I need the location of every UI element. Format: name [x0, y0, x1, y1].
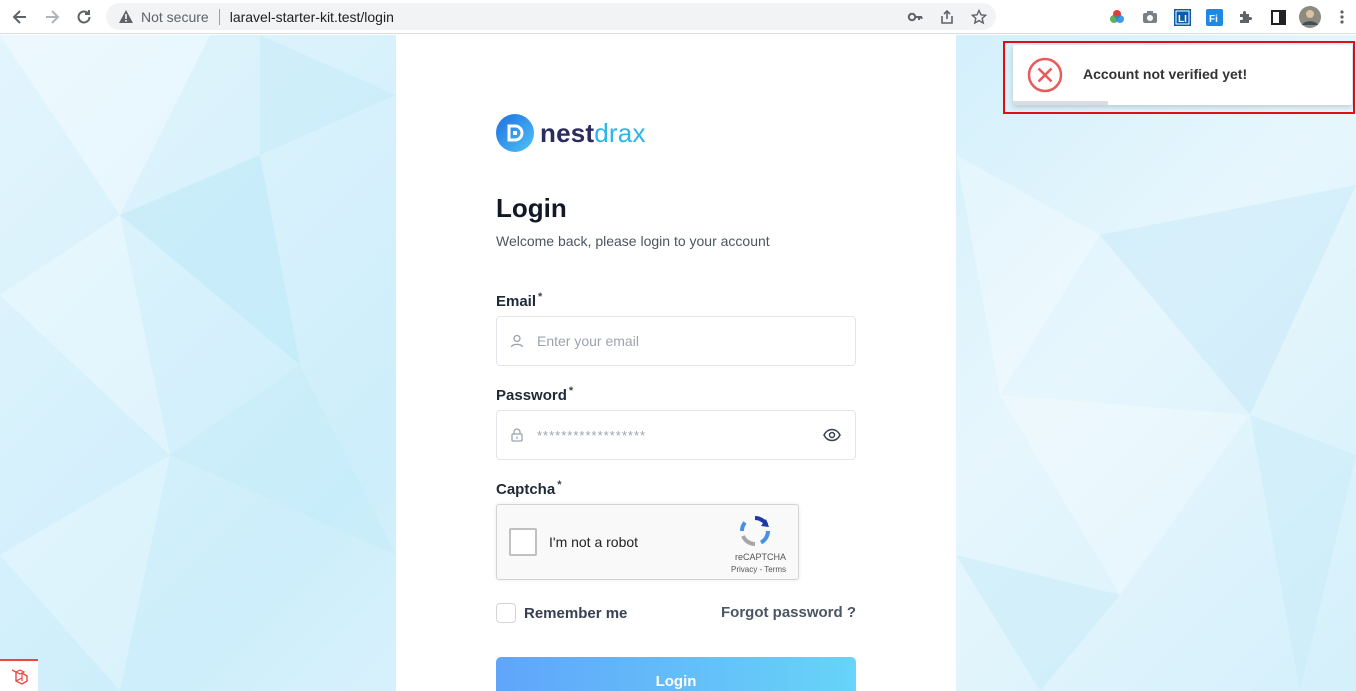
key-icon[interactable] [904, 6, 926, 28]
remember-me[interactable]: Remember me [496, 603, 627, 623]
svg-text:LI: LI [1178, 14, 1187, 25]
user-icon [497, 334, 537, 348]
page-subtitle: Welcome back, please login to your accou… [496, 233, 770, 249]
recaptcha-text: I'm not a robot [549, 534, 639, 550]
logo-icon [496, 114, 534, 152]
omnibox-divider [218, 8, 220, 25]
recaptcha-logo-icon [739, 515, 771, 552]
required-mark: * [538, 291, 543, 303]
fi-icon[interactable]: Fi [1203, 4, 1225, 30]
required-mark: * [557, 479, 562, 491]
captcha-label: Captcha * [496, 479, 561, 498]
recaptcha-checkbox[interactable] [509, 528, 537, 556]
avatar[interactable] [1298, 4, 1322, 30]
brand-name: nestdrax [540, 118, 646, 149]
remember-label[interactable]: Remember me [524, 605, 627, 622]
recaptcha-widget: I'm not a robot reCAPTCHA Privacy - Term… [496, 504, 799, 580]
svg-text:Fi: Fi [1209, 14, 1218, 25]
page-title: Login [496, 193, 567, 223]
security-label: Not secure [141, 8, 209, 25]
captcha-label-text: Captcha [496, 481, 556, 498]
required-mark: * [568, 385, 574, 397]
password-label-text: Password [496, 387, 567, 404]
recaptcha-brand: reCAPTCHA [734, 552, 786, 562]
li-icon[interactable]: LI [1171, 4, 1193, 30]
password-label: Password * [496, 385, 573, 404]
color-picker-icon[interactable] [1106, 4, 1128, 30]
address-bar[interactable]: Not secure laravel-starter-kit.test/logi… [106, 3, 996, 30]
menu-icon[interactable] [1332, 4, 1352, 30]
login-button[interactable]: Login [496, 657, 856, 691]
sidepanel-icon[interactable] [1267, 4, 1289, 30]
email-placeholder: Enter your email [537, 333, 639, 349]
toast-progress-bar [1013, 101, 1108, 105]
brand-logo: nestdrax [496, 114, 646, 152]
eye-icon[interactable] [823, 426, 841, 449]
forgot-password-link[interactable]: Forgot password ? [721, 604, 856, 621]
reload-icon[interactable] [68, 1, 100, 33]
brand-name-part2: drax [594, 117, 646, 148]
camera-icon[interactable] [1139, 4, 1161, 30]
laravel-icon[interactable] [0, 659, 38, 691]
lock-icon [497, 428, 537, 442]
error-toast[interactable]: Account not verified yet! [1013, 45, 1352, 105]
password-value: ****************** [537, 427, 647, 443]
password-field[interactable]: ****************** [496, 410, 856, 460]
login-card: nestdrax Login Welcome back, please logi… [396, 35, 956, 691]
browser-toolbar: Not secure laravel-starter-kit.test/logi… [0, 0, 1356, 34]
toast-message: Account not verified yet! [1083, 66, 1248, 82]
recaptcha-links[interactable]: Privacy - Terms [731, 565, 786, 574]
forward-icon[interactable] [36, 1, 68, 33]
brand-name-part1: nest [540, 117, 595, 148]
back-icon[interactable] [4, 1, 36, 33]
star-icon[interactable] [968, 6, 990, 28]
email-field[interactable]: Enter your email [496, 316, 856, 366]
email-label-text: Email [496, 293, 537, 310]
share-icon[interactable] [936, 6, 958, 28]
email-label: Email * [496, 291, 542, 310]
remember-checkbox[interactable] [496, 603, 516, 623]
url-text[interactable]: laravel-starter-kit.test/login [230, 9, 394, 25]
error-x-icon [1027, 57, 1063, 98]
puzzle-icon[interactable] [1235, 4, 1257, 30]
warning-icon [118, 9, 134, 25]
